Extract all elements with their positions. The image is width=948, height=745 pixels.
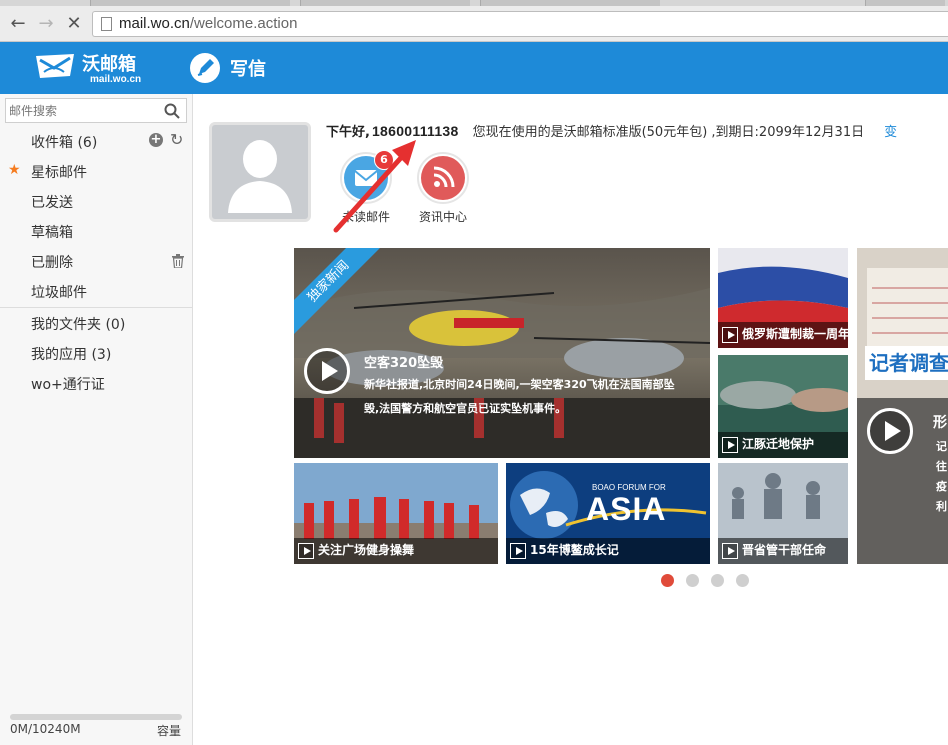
news-tile[interactable]: 关注广场健身操舞 — [294, 463, 498, 564]
refresh-icon[interactable]: ↻ — [170, 130, 183, 149]
user-silhouette-icon — [228, 140, 292, 213]
sidebar-item-label: 草稿箱 — [31, 225, 73, 241]
stop-icon[interactable]: ✕ — [64, 14, 84, 34]
main-content: 下午好, 18600111138 您现在使用的是沃邮箱标准版(50元年包) ,到期日… — [193, 94, 948, 745]
annotation-arrow-icon — [333, 140, 416, 233]
quota-usage: 0M/10240M — [10, 722, 81, 736]
search-icon[interactable] — [164, 103, 180, 119]
sidebar-item-wo-pass[interactable]: wo+通行证 — [0, 368, 192, 398]
url-text[interactable]: mail.wo.cn/welcome.action — [119, 15, 297, 32]
play-icon[interactable] — [298, 543, 314, 559]
quota-label: 容量 — [157, 724, 182, 738]
carousel-dot[interactable] — [711, 574, 724, 587]
sidebar-item-label: 已发送 — [31, 195, 73, 211]
side-feature-line: 形 — [933, 415, 947, 431]
carousel-pager — [661, 574, 749, 587]
app-header: 沃邮箱 mail.wo.cn 写信 — [0, 42, 948, 94]
compose-button[interactable]: 写信 — [190, 52, 266, 84]
plan-info: 您现在使用的是沃邮箱标准版(50元年包) ,到期日:2099年12月31日 — [472, 125, 865, 140]
sidebar-item-drafts[interactable]: 草稿箱 — [0, 216, 192, 246]
add-icon[interactable]: + — [149, 133, 163, 147]
feature-desc-line1: 新华社报道,北京时间24日晚间,一架空客320飞机在法国南部坠 — [364, 378, 675, 391]
sidebar-item-my-apps[interactable]: 我的应用 (3) — [0, 338, 192, 368]
side-feature-banner: 记者调查 — [865, 346, 948, 380]
quota-bar — [10, 714, 182, 720]
side-feature-line: 利 — [936, 500, 947, 513]
carousel-dot[interactable] — [661, 574, 674, 587]
logo-subtitle: mail.wo.cn — [90, 74, 142, 85]
sidebar-item-label: 我的文件夹 (0) — [31, 317, 126, 333]
envelope-logo-icon — [36, 54, 74, 78]
carousel-dot[interactable] — [686, 574, 699, 587]
avatar[interactable] — [209, 122, 311, 222]
star-icon: ★ — [8, 162, 21, 178]
sidebar-item-label: 垃圾邮件 — [31, 285, 87, 301]
address-bar[interactable]: mail.wo.cn/welcome.action — [92, 11, 948, 37]
play-icon[interactable] — [867, 408, 913, 454]
side-feature-line: 疫 — [936, 480, 947, 493]
mail-search — [5, 98, 187, 123]
sidebar: 收件箱 (6) + ↻ ★ 星标邮件 已发送 草稿箱 已删除 垃圾邮件 我的文件… — [0, 94, 193, 745]
browser-toolbar: ← → ✕ mail.wo.cn/welcome.action — [0, 6, 948, 42]
play-icon[interactable] — [722, 327, 738, 343]
tile-caption: 江豚迁地保护 — [742, 437, 815, 451]
sidebar-item-label: 星标邮件 — [31, 165, 87, 181]
change-plan-link[interactable]: 变 — [884, 125, 897, 140]
tile-caption: 关注广场健身操舞 — [318, 543, 415, 557]
helicopter-scene-image — [294, 248, 710, 458]
back-arrow-icon[interactable]: ← — [8, 14, 28, 34]
page-icon — [101, 17, 112, 31]
sidebar-item-label: 我的应用 (3) — [31, 347, 112, 363]
news-tile[interactable]: 晋省管干部任命 — [718, 463, 848, 564]
search-input[interactable] — [6, 99, 156, 122]
sidebar-item-starred[interactable]: ★ 星标邮件 — [0, 156, 192, 186]
boao-big-text: ASIA — [586, 491, 667, 527]
play-icon[interactable] — [510, 543, 526, 559]
trash-icon[interactable] — [172, 254, 184, 268]
play-icon[interactable] — [722, 437, 738, 453]
carousel-dot[interactable] — [736, 574, 749, 587]
sidebar-item-spam[interactable]: 垃圾邮件 — [0, 276, 192, 306]
play-icon[interactable] — [304, 348, 350, 394]
sidebar-item-label: 收件箱 (6) — [31, 135, 98, 151]
feature-title: 空客320坠毁 — [364, 356, 444, 371]
sidebar-item-label: wo+通行证 — [31, 377, 105, 393]
tile-caption: 15年博鳌成长记 — [530, 543, 619, 557]
compose-label: 写信 — [230, 59, 266, 80]
sidebar-item-my-folders[interactable]: 我的文件夹 (0) — [0, 308, 192, 338]
tile-caption: 晋省管干部任命 — [742, 543, 827, 557]
play-icon[interactable] — [722, 543, 738, 559]
news-tile[interactable]: BOAO FORUM FOR ASIA 15年博鳌成长记 — [506, 463, 710, 564]
side-feature-line: 往 — [936, 460, 947, 473]
forward-arrow-icon[interactable]: → — [36, 14, 56, 34]
tile-caption: 俄罗斯遭制裁一周年 — [742, 327, 848, 341]
news-tile[interactable]: 俄罗斯遭制裁一周年 — [718, 248, 848, 348]
pen-icon — [190, 53, 220, 83]
sidebar-item-label: 已删除 — [31, 255, 73, 271]
logo-title: 沃邮箱 — [82, 54, 136, 75]
document-photo-image — [857, 248, 948, 564]
news-tile[interactable]: 江豚迁地保护 — [718, 355, 848, 458]
sidebar-item-inbox[interactable]: 收件箱 (6) + ↻ — [0, 126, 192, 156]
wo-mail-logo[interactable]: 沃邮箱 mail.wo.cn — [34, 48, 154, 88]
side-feature-tile[interactable]: 记者调查 形 记 往 疫 利 — [857, 248, 948, 564]
feature-news-tile[interactable]: 独家新闻 空客320坠毁 新华社报道,北京时间24日晚间,一架空客320飞机在法… — [294, 248, 710, 458]
side-feature-line: 记 — [936, 440, 947, 453]
sidebar-item-deleted[interactable]: 已删除 — [0, 246, 192, 276]
sidebar-item-sent[interactable]: 已发送 — [0, 186, 192, 216]
feature-desc-line2: 毁,法国警方和航空官员已证实坠机事件。 — [364, 402, 567, 415]
